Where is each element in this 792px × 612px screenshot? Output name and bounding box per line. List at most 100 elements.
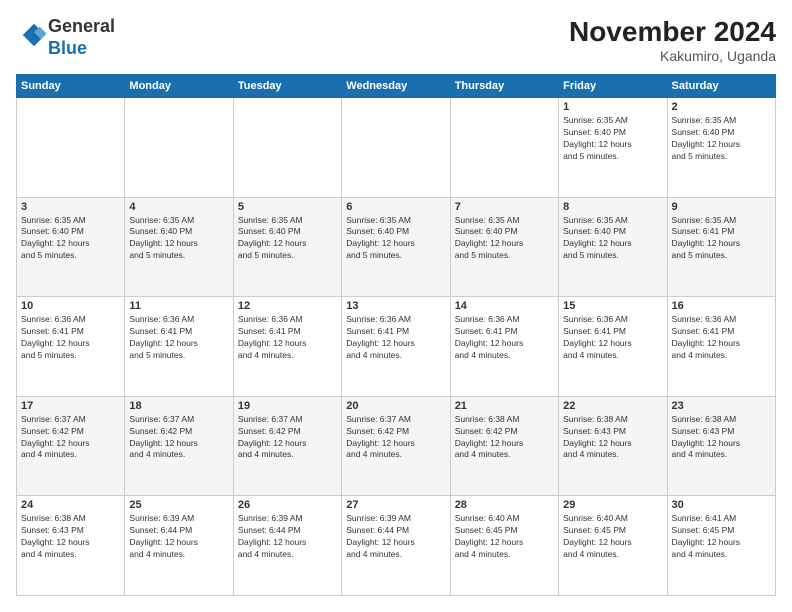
day-info: Sunrise: 6:35 AM Sunset: 6:40 PM Dayligh… [238,215,337,263]
calendar-week-5: 24Sunrise: 6:38 AM Sunset: 6:43 PM Dayli… [17,496,776,596]
day-number: 11 [129,300,228,312]
col-header-saturday: Saturday [667,75,775,98]
col-header-sunday: Sunday [17,75,125,98]
calendar-cell: 2 Sunrise: 6:35 AM Sunset: 6:40 PM Daylig… [667,98,775,198]
calendar-cell: 20 Sunrise: 6:37 AM Sunset: 6:42 PM Dayli… [342,396,450,496]
logo-general: General [48,16,115,36]
day-info: Sunrise: 6:36 AM Sunset: 6:41 PM Dayligh… [21,314,120,362]
day-info: Sunrise: 6:37 AM Sunset: 6:42 PM Dayligh… [21,414,120,462]
calendar-cell: 27 Sunrise: 6:39 AM Sunset: 6:44 PM Dayli… [342,496,450,596]
calendar-cell: 3 Sunrise: 6:35 AM Sunset: 6:40 PM Daylig… [17,197,125,297]
day-info: Sunrise: 6:36 AM Sunset: 6:41 PM Dayligh… [672,314,771,362]
day-number: 19 [238,400,337,412]
day-info: Sunrise: 6:37 AM Sunset: 6:42 PM Dayligh… [238,414,337,462]
day-number: 24 [21,499,120,511]
calendar-header-row: SundayMondayTuesdayWednesdayThursdayFrid… [17,75,776,98]
calendar-cell [125,98,233,198]
header: General Blue November 2024 Kakumiro, Uga… [16,16,776,64]
day-info: Sunrise: 6:36 AM Sunset: 6:41 PM Dayligh… [346,314,445,362]
day-info: Sunrise: 6:35 AM Sunset: 6:40 PM Dayligh… [563,215,662,263]
day-info: Sunrise: 6:39 AM Sunset: 6:44 PM Dayligh… [129,513,228,561]
calendar-cell: 18Sunrise: 6:37 AM Sunset: 6:42 PM Dayli… [125,396,233,496]
day-info: Sunrise: 6:36 AM Sunset: 6:41 PM Dayligh… [129,314,228,362]
col-header-monday: Monday [125,75,233,98]
calendar-cell: 13Sunrise: 6:36 AM Sunset: 6:41 PM Dayli… [342,297,450,397]
day-number: 6 [346,201,445,213]
calendar-cell [450,98,558,198]
day-info: Sunrise: 6:37 AM Sunset: 6:42 PM Dayligh… [129,414,228,462]
day-info: Sunrise: 6:38 AM Sunset: 6:43 PM Dayligh… [672,414,771,462]
day-info: Sunrise: 6:41 AM Sunset: 6:45 PM Dayligh… [672,513,771,561]
calendar-cell: 11 Sunrise: 6:36 AM Sunset: 6:41 PM Dayli… [125,297,233,397]
day-number: 16 [672,300,771,312]
location: Kakumiro, Uganda [569,48,776,64]
day-info: Sunrise: 6:35 AM Sunset: 6:40 PM Dayligh… [672,115,771,163]
calendar-cell: 22 Sunrise: 6:38 AM Sunset: 6:43 PM Dayli… [559,396,667,496]
day-info: Sunrise: 6:37 AM Sunset: 6:42 PM Dayligh… [346,414,445,462]
calendar-cell: 21 Sunrise: 6:38 AM Sunset: 6:42 PM Dayli… [450,396,558,496]
col-header-wednesday: Wednesday [342,75,450,98]
col-header-tuesday: Tuesday [233,75,341,98]
calendar-cell: 29 Sunrise: 6:40 AM Sunset: 6:45 PM Dayli… [559,496,667,596]
logo-blue: Blue [48,38,87,58]
day-info: Sunrise: 6:39 AM Sunset: 6:44 PM Dayligh… [346,513,445,561]
calendar-cell: 26 Sunrise: 6:39 AM Sunset: 6:44 PM Dayli… [233,496,341,596]
calendar-cell: 6 Sunrise: 6:35 AM Sunset: 6:40 PM Daylig… [342,197,450,297]
calendar-week-4: 17 Sunrise: 6:37 AM Sunset: 6:42 PM Dayli… [17,396,776,496]
day-info: Sunrise: 6:40 AM Sunset: 6:45 PM Dayligh… [455,513,554,561]
calendar-cell [233,98,341,198]
day-number: 25 [129,499,228,511]
day-info: Sunrise: 6:35 AM Sunset: 6:41 PM Dayligh… [672,215,771,263]
day-number: 5 [238,201,337,213]
calendar-cell: 1Sunrise: 6:35 AM Sunset: 6:40 PM Daylig… [559,98,667,198]
calendar-cell: 23 Sunrise: 6:38 AM Sunset: 6:43 PM Dayli… [667,396,775,496]
day-info: Sunrise: 6:40 AM Sunset: 6:45 PM Dayligh… [563,513,662,561]
calendar-week-1: 1Sunrise: 6:35 AM Sunset: 6:40 PM Daylig… [17,98,776,198]
day-info: Sunrise: 6:35 AM Sunset: 6:40 PM Dayligh… [21,215,120,263]
day-info: Sunrise: 6:39 AM Sunset: 6:44 PM Dayligh… [238,513,337,561]
calendar-cell: 4Sunrise: 6:35 AM Sunset: 6:40 PM Daylig… [125,197,233,297]
calendar-cell: 30Sunrise: 6:41 AM Sunset: 6:45 PM Dayli… [667,496,775,596]
calendar-table: SundayMondayTuesdayWednesdayThursdayFrid… [16,74,776,596]
day-number: 3 [21,201,120,213]
day-info: Sunrise: 6:36 AM Sunset: 6:41 PM Dayligh… [455,314,554,362]
day-number: 15 [563,300,662,312]
day-info: Sunrise: 6:38 AM Sunset: 6:43 PM Dayligh… [563,414,662,462]
day-number: 21 [455,400,554,412]
day-number: 12 [238,300,337,312]
day-info: Sunrise: 6:38 AM Sunset: 6:42 PM Dayligh… [455,414,554,462]
col-header-thursday: Thursday [450,75,558,98]
day-number: 17 [21,400,120,412]
calendar-cell: 17 Sunrise: 6:37 AM Sunset: 6:42 PM Dayli… [17,396,125,496]
logo-icon [20,21,48,49]
day-number: 7 [455,201,554,213]
calendar-cell: 14Sunrise: 6:36 AM Sunset: 6:41 PM Dayli… [450,297,558,397]
month-title: November 2024 [569,16,776,48]
day-number: 29 [563,499,662,511]
calendar-cell: 10Sunrise: 6:36 AM Sunset: 6:41 PM Dayli… [17,297,125,397]
calendar-cell: 5 Sunrise: 6:35 AM Sunset: 6:40 PM Daylig… [233,197,341,297]
calendar-cell: 24Sunrise: 6:38 AM Sunset: 6:43 PM Dayli… [17,496,125,596]
day-number: 20 [346,400,445,412]
day-number: 2 [672,101,771,113]
col-header-friday: Friday [559,75,667,98]
day-number: 27 [346,499,445,511]
day-number: 26 [238,499,337,511]
logo-text: General Blue [48,16,115,59]
day-info: Sunrise: 6:35 AM Sunset: 6:40 PM Dayligh… [346,215,445,263]
page: General Blue November 2024 Kakumiro, Uga… [0,0,792,612]
calendar-cell: 28Sunrise: 6:40 AM Sunset: 6:45 PM Dayli… [450,496,558,596]
day-info: Sunrise: 6:36 AM Sunset: 6:41 PM Dayligh… [563,314,662,362]
day-number: 22 [563,400,662,412]
day-number: 4 [129,201,228,213]
day-number: 9 [672,201,771,213]
calendar-cell: 25 Sunrise: 6:39 AM Sunset: 6:44 PM Dayli… [125,496,233,596]
calendar-cell: 12Sunrise: 6:36 AM Sunset: 6:41 PM Dayli… [233,297,341,397]
calendar-cell: 15 Sunrise: 6:36 AM Sunset: 6:41 PM Dayli… [559,297,667,397]
calendar-cell: 9 Sunrise: 6:35 AM Sunset: 6:41 PM Daylig… [667,197,775,297]
day-number: 23 [672,400,771,412]
day-info: Sunrise: 6:35 AM Sunset: 6:40 PM Dayligh… [563,115,662,163]
day-number: 8 [563,201,662,213]
calendar-cell: 16 Sunrise: 6:36 AM Sunset: 6:41 PM Dayli… [667,297,775,397]
calendar-week-3: 10Sunrise: 6:36 AM Sunset: 6:41 PM Dayli… [17,297,776,397]
